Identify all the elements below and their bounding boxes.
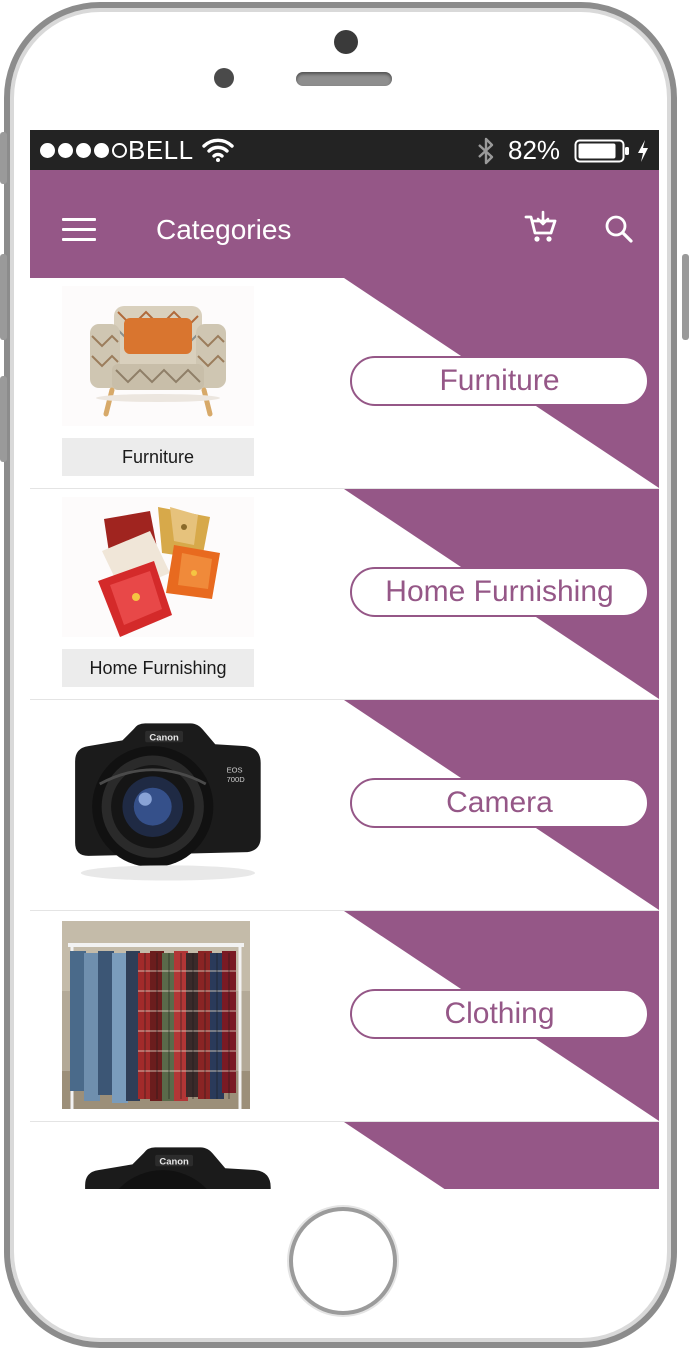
camera-image: Canon EOS 700D bbox=[65, 712, 267, 890]
svg-text:700D: 700D bbox=[227, 775, 246, 784]
wifi-icon bbox=[202, 138, 234, 162]
category-row-furniture[interactable]: Furniture Furniture bbox=[30, 278, 659, 489]
menu-icon[interactable] bbox=[62, 218, 96, 244]
category-row-camera[interactable]: Canon EOS 700D Camera bbox=[30, 700, 659, 911]
armchair-image bbox=[62, 286, 254, 426]
volume-down-button bbox=[0, 376, 7, 462]
search-icon[interactable] bbox=[604, 214, 634, 244]
page-title: Categories bbox=[156, 214, 292, 245]
battery-icon bbox=[574, 139, 629, 163]
home-button[interactable] bbox=[289, 1207, 397, 1315]
category-row-home-furnishing[interactable]: Home Furnishing Home Furnishing bbox=[30, 489, 659, 700]
front-camera-icon bbox=[334, 30, 358, 54]
mute-switch bbox=[0, 132, 7, 184]
clothes-rack-image bbox=[62, 921, 250, 1109]
category-button-camera[interactable]: Camera bbox=[350, 778, 649, 828]
svg-text:Canon: Canon bbox=[159, 1156, 189, 1167]
cart-icon[interactable] bbox=[524, 210, 558, 244]
volume-up-button bbox=[0, 254, 7, 340]
speaker-grille bbox=[296, 72, 392, 86]
app-bar: Categories bbox=[30, 170, 659, 278]
category-button-home-furnishing[interactable]: Home Furnishing bbox=[350, 567, 649, 617]
category-row-clothing[interactable]: Clothing bbox=[30, 911, 659, 1122]
svg-text:EOS: EOS bbox=[227, 766, 243, 775]
proximity-sensor bbox=[214, 68, 234, 88]
carrier-name: BELL bbox=[128, 135, 194, 165]
camera-image: Canon bbox=[75, 1136, 277, 1189]
cushions-image bbox=[62, 497, 254, 637]
category-row-partial[interactable]: Canon bbox=[30, 1122, 659, 1189]
bluetooth-icon bbox=[478, 137, 494, 165]
signal-strength-icon bbox=[40, 143, 127, 158]
category-caption: Furniture bbox=[62, 438, 254, 476]
power-button bbox=[682, 254, 689, 340]
battery-percentage: 82% bbox=[508, 135, 561, 165]
category-list: Furniture Furniture Home Furnishing Home… bbox=[30, 278, 659, 1189]
svg-text:Canon: Canon bbox=[149, 732, 179, 743]
category-caption: Home Furnishing bbox=[62, 649, 254, 687]
category-button-furniture[interactable]: Furniture bbox=[350, 356, 649, 406]
category-button-clothing[interactable]: Clothing bbox=[350, 989, 649, 1039]
screen: BELL 82% Categories Furniture Furniture … bbox=[30, 130, 659, 1189]
status-bar: BELL 82% bbox=[30, 130, 659, 170]
charging-icon bbox=[638, 140, 648, 162]
